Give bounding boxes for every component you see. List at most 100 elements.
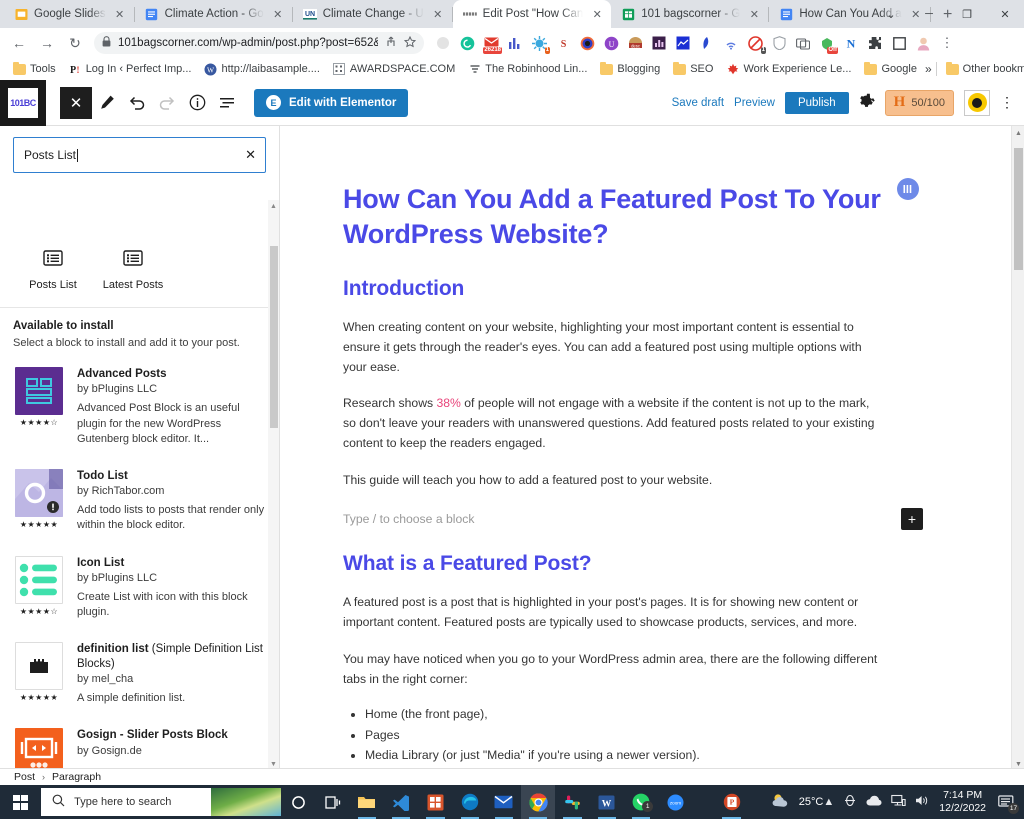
kebab-menu-icon[interactable]: ⋮ (1000, 94, 1014, 111)
colorzilla-icon[interactable] (576, 32, 598, 54)
moon-icon[interactable] (432, 32, 454, 54)
browser-tab-3-active[interactable]: Edit Post "How Can ✕ (452, 0, 612, 28)
clear-icon[interactable]: ✕ (245, 147, 256, 163)
avatar[interactable] (964, 89, 990, 116)
add-block-button[interactable]: + (901, 508, 923, 531)
block-item-latest-posts[interactable]: Latest Posts (93, 247, 173, 291)
mailtrack-icon[interactable]: 26218 (480, 32, 502, 54)
info-icon[interactable] (182, 87, 212, 119)
bookmark-item[interactable]: The Robinhood Lin... (463, 61, 592, 78)
square-icon[interactable] (888, 32, 910, 54)
list-item[interactable]: Home (the front page), (365, 704, 881, 725)
bookmarks-overflow-button[interactable]: » (925, 62, 932, 76)
list-view-icon[interactable] (212, 87, 242, 119)
post-content[interactable]: How Can You Add a Featured Post To Your … (281, 126, 941, 766)
bookmark-item[interactable]: Work Experience Le... (721, 61, 856, 78)
pencil-icon[interactable] (92, 87, 122, 119)
powerpoint-icon[interactable]: P (714, 785, 748, 819)
close-icon[interactable]: ✕ (430, 6, 446, 22)
list-item[interactable]: Pages (365, 725, 881, 746)
network-icon[interactable] (891, 794, 906, 810)
notion-icon[interactable]: N (840, 32, 862, 54)
bookmark-item[interactable]: Tools (8, 61, 61, 78)
mail-icon[interactable] (487, 785, 521, 819)
chevron-up-icon[interactable]: ▲ (823, 796, 834, 808)
scrollbar-thumb[interactable] (270, 246, 278, 428)
clock[interactable]: 7:14 PM 12/2/2022 (939, 789, 986, 816)
browser-tab-1[interactable]: Climate Action - Go ✕ (135, 0, 292, 28)
paragraph-4[interactable]: A featured post is a post that is highli… (343, 593, 881, 633)
browser-tab-0[interactable]: Google Slides ✕ (4, 0, 134, 28)
seo-score-badge[interactable]: H 50/100 (884, 89, 954, 116)
wifi-icon[interactable] (720, 32, 742, 54)
list-item[interactable]: ★★★★★ definition list (Simple Definition… (13, 634, 266, 720)
page-title[interactable]: How Can You Add a Featured Post To Your … (343, 182, 881, 251)
wp-rocket-icon[interactable]: 1 (528, 32, 550, 54)
paragraph-1[interactable]: When creating content on your website, h… (343, 318, 881, 377)
share-icon[interactable] (385, 36, 397, 51)
weather-widget[interactable]: 25°C (771, 792, 823, 813)
site-logo[interactable]: 101BC (0, 79, 46, 126)
bookmark-item[interactable]: Whttp://laibasample.... (199, 61, 324, 78)
reload-icon[interactable]: ↻ (62, 30, 88, 56)
edge-icon[interactable] (453, 785, 487, 819)
profile-icon[interactable] (912, 32, 934, 54)
file-explorer-icon[interactable] (350, 785, 384, 819)
canvas-scrollbar[interactable]: ▲ ▼ (1011, 126, 1024, 771)
browser-tab-2[interactable]: UN Climate Change - U ✕ (293, 0, 452, 28)
close-icon[interactable]: ✕ (589, 6, 605, 22)
seo-icon[interactable]: S (552, 32, 574, 54)
bookmark-item[interactable]: P! Log In ‹ Perfect Imp... (64, 61, 197, 78)
task-view-icon[interactable] (316, 785, 350, 819)
bookmark-item[interactable]: SEO (668, 61, 718, 78)
grammarly-icon[interactable] (456, 32, 478, 54)
bookmark-item[interactable]: Blogging (595, 61, 665, 78)
scroll-up-icon[interactable]: ▲ (268, 200, 279, 213)
cortana-icon[interactable] (281, 785, 315, 819)
star-icon[interactable] (403, 35, 417, 51)
forward-icon[interactable]: → (34, 30, 60, 56)
bookmark-item[interactable]: AWARDSPACE.COM (328, 61, 460, 78)
linkclump-icon[interactable]: 1 (744, 32, 766, 54)
chrome-icon[interactable] (521, 785, 556, 819)
slack-icon[interactable] (555, 785, 589, 819)
scroll-up-icon[interactable]: ▲ (1012, 126, 1024, 140)
keywords-icon[interactable] (672, 32, 694, 54)
heading-introduction[interactable]: Introduction (343, 277, 881, 301)
other-bookmarks-button[interactable]: Other bookmarks (941, 61, 1024, 78)
address-bar[interactable]: 101bagscorner.com/wp-admin/post.php?post… (94, 32, 424, 54)
screenshot-icon[interactable] (792, 32, 814, 54)
close-icon[interactable]: ✕ (746, 6, 762, 22)
shield-icon[interactable] (768, 32, 790, 54)
puzzle-icon[interactable] (864, 32, 886, 54)
list-item[interactable]: ★★★★☆ Icon List by bPlugins LLC Create L… (13, 548, 266, 635)
paragraph-5[interactable]: You may have noticed when you go to your… (343, 650, 881, 690)
block-item-posts-list[interactable]: Posts List (13, 247, 93, 291)
off-icon[interactable]: Off (816, 32, 838, 54)
semrush-icon[interactable] (696, 32, 718, 54)
cloud-icon[interactable] (866, 795, 882, 809)
browser-tab-4[interactable]: 101 bagscorner - G ✕ (611, 0, 768, 28)
edit-with-elementor-button[interactable]: E Edit with Elementor (254, 88, 409, 117)
preview-button[interactable]: Preview (734, 97, 775, 109)
microsoft-store-icon[interactable] (418, 785, 452, 819)
publish-button[interactable]: Publish (784, 91, 849, 114)
elementor-badge-icon[interactable] (897, 178, 919, 200)
desc-icon[interactable]: desc (624, 32, 646, 54)
minimize-button[interactable]: ─ (910, 0, 948, 28)
kebab-menu-icon[interactable]: ⋮ (936, 32, 958, 54)
close-w-icon[interactable]: ✕ (60, 86, 92, 119)
volume-icon[interactable] (915, 794, 930, 810)
heading-what-is-featured-post[interactable]: What is a Featured Post? (343, 552, 881, 576)
vs-code-icon[interactable] (384, 785, 418, 819)
inserter-scrollbar[interactable]: ▲ ▼ (268, 200, 279, 771)
list-item[interactable]: ★★★★★ Todo List by RichTabor.com Add tod… (13, 461, 266, 548)
ubersuggest-icon[interactable]: U (600, 32, 622, 54)
breadcrumb-root[interactable]: Post (14, 771, 35, 783)
analytics-icon[interactable] (504, 32, 526, 54)
redo-icon[interactable] (152, 87, 182, 119)
paragraph-2[interactable]: Research shows 38% of people will not en… (343, 394, 881, 453)
save-draft-button[interactable]: Save draft (672, 97, 724, 109)
windows-start-icon[interactable] (0, 785, 41, 819)
search-input[interactable]: Posts List ✕ (13, 137, 266, 173)
